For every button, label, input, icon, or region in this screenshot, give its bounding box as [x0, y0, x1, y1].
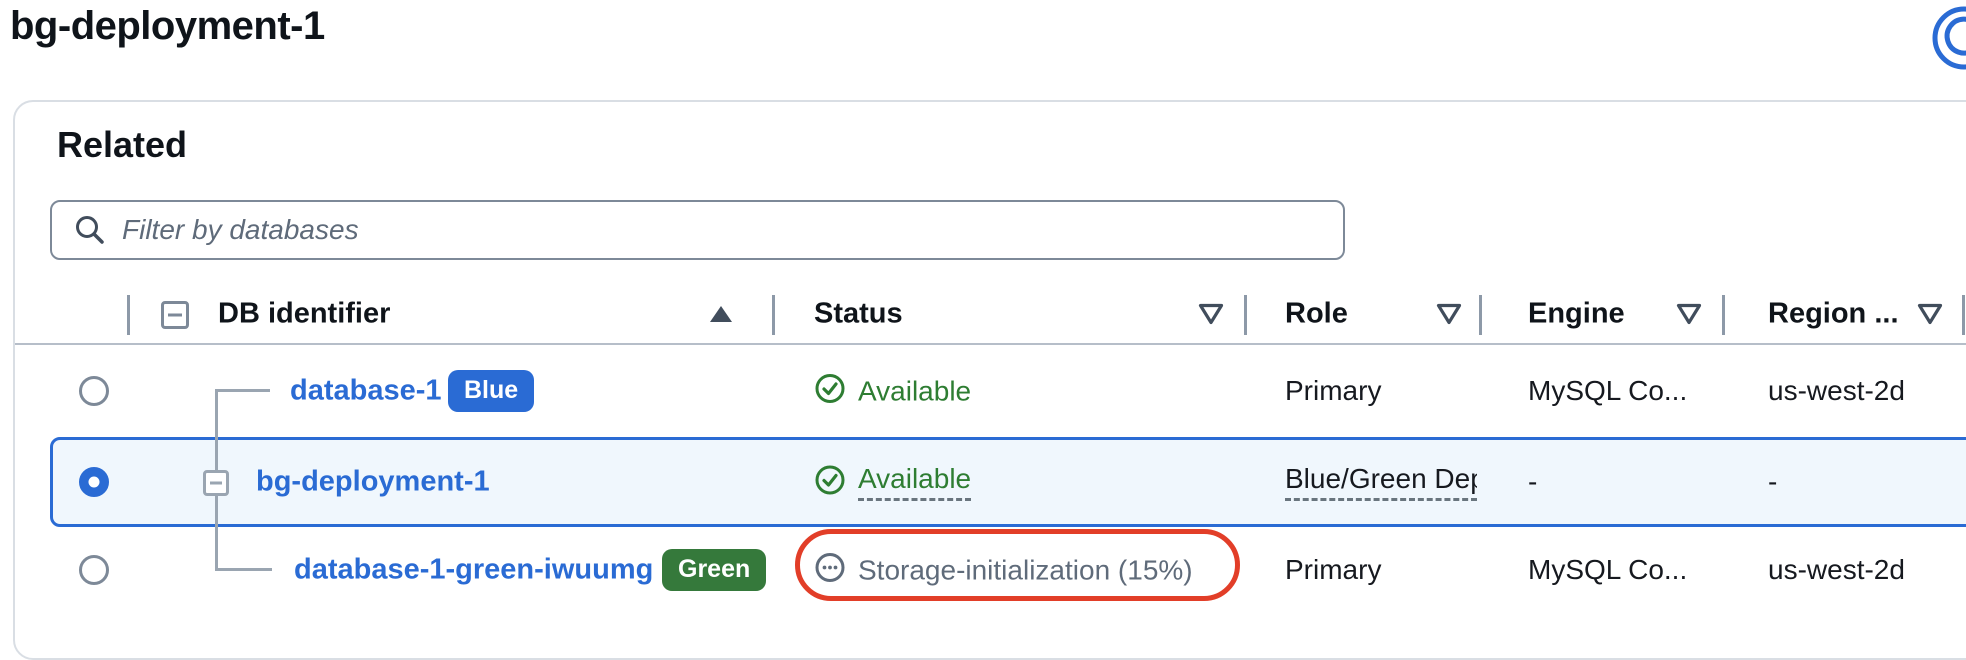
- panel-heading: Related: [57, 124, 187, 166]
- filter-dropdown-icon[interactable]: [1916, 302, 1944, 326]
- status-text: Storage-initialization (15%): [858, 554, 1193, 586]
- column-divider: [1962, 295, 1965, 335]
- column-divider: [127, 295, 130, 335]
- filter-dropdown-icon[interactable]: [1675, 302, 1703, 326]
- db-link-database-1-green[interactable]: database-1-green-iwuumg: [294, 554, 653, 586]
- refresh-button[interactable]: [1926, 4, 1966, 80]
- minus-icon: [210, 482, 222, 485]
- refresh-icon: [1926, 67, 1966, 84]
- row-radio-database-1-green[interactable]: [79, 555, 109, 585]
- table-row-selected[interactable]: bg-deployment-1 Available Blue/Green Dep…: [0, 437, 1966, 527]
- collapse-all-toggle[interactable]: [161, 301, 189, 329]
- filter-databases-input[interactable]: [122, 205, 1302, 255]
- region-cell: us-west-2d: [1768, 375, 1905, 407]
- status-available-icon: [814, 464, 846, 501]
- column-divider: [1722, 295, 1725, 335]
- column-header-region[interactable]: Region ...: [1768, 298, 1899, 331]
- minus-icon: [168, 314, 182, 317]
- radio-dot: [89, 477, 100, 488]
- related-databases-table: DB identifier Status Role Engine Region …: [0, 285, 1966, 622]
- table-header-row: DB identifier Status Role Engine Region …: [15, 285, 1966, 345]
- role-cell: Primary: [1285, 554, 1381, 586]
- column-divider: [772, 295, 775, 335]
- region-cell: us-west-2d: [1768, 554, 1905, 586]
- engine-cell: -: [1528, 466, 1537, 498]
- column-header-engine[interactable]: Engine: [1528, 298, 1625, 331]
- engine-cell: MySQL Co...: [1528, 375, 1687, 407]
- row-radio-bg-deployment-1[interactable]: [79, 467, 109, 497]
- row-radio-database-1[interactable]: [79, 376, 109, 406]
- status-in-progress-icon: [814, 552, 846, 589]
- column-divider: [1479, 295, 1482, 335]
- column-header-status[interactable]: Status: [814, 298, 903, 331]
- tree-connector: [215, 568, 272, 571]
- sort-asc-icon[interactable]: [708, 303, 734, 325]
- badge-green: Green: [662, 549, 766, 591]
- column-divider: [1244, 295, 1247, 335]
- region-cell: -: [1768, 466, 1777, 498]
- tree-connector: [215, 527, 218, 571]
- filter-dropdown-icon[interactable]: [1197, 302, 1225, 326]
- row-expand-toggle[interactable]: [203, 470, 229, 496]
- db-link-database-1[interactable]: database-1: [290, 375, 442, 407]
- table-row[interactable]: database-1 Blue Available Primary MySQL …: [0, 345, 1966, 437]
- page-title: bg-deployment-1: [10, 4, 325, 49]
- status-cell: Available: [814, 373, 971, 410]
- tree-connector: [215, 389, 270, 392]
- tree-connector: [215, 494, 218, 527]
- filter-dropdown-icon[interactable]: [1435, 302, 1463, 326]
- column-header-role[interactable]: Role: [1285, 298, 1348, 331]
- db-link-bg-deployment-1[interactable]: bg-deployment-1: [256, 466, 490, 498]
- status-text: Available: [858, 375, 971, 407]
- search-icon: [74, 214, 106, 246]
- filter-databases-box[interactable]: [50, 200, 1345, 260]
- badge-blue: Blue: [448, 370, 534, 412]
- role-popover-trigger[interactable]: Blue/Green Dep: [1285, 463, 1477, 501]
- status-cell: Storage-initialization (15%): [814, 552, 1193, 589]
- status-text-popover-trigger[interactable]: Available: [858, 463, 971, 501]
- status-cell: Available: [814, 463, 971, 501]
- tree-connector: [215, 437, 218, 470]
- status-available-icon: [814, 373, 846, 410]
- tree-connector: [215, 389, 218, 437]
- role-cell: Primary: [1285, 375, 1381, 407]
- engine-cell: MySQL Co...: [1528, 554, 1687, 586]
- table-row[interactable]: database-1-green-iwuumg Green Storage-in…: [0, 527, 1966, 613]
- column-header-db-identifier[interactable]: DB identifier: [218, 298, 390, 331]
